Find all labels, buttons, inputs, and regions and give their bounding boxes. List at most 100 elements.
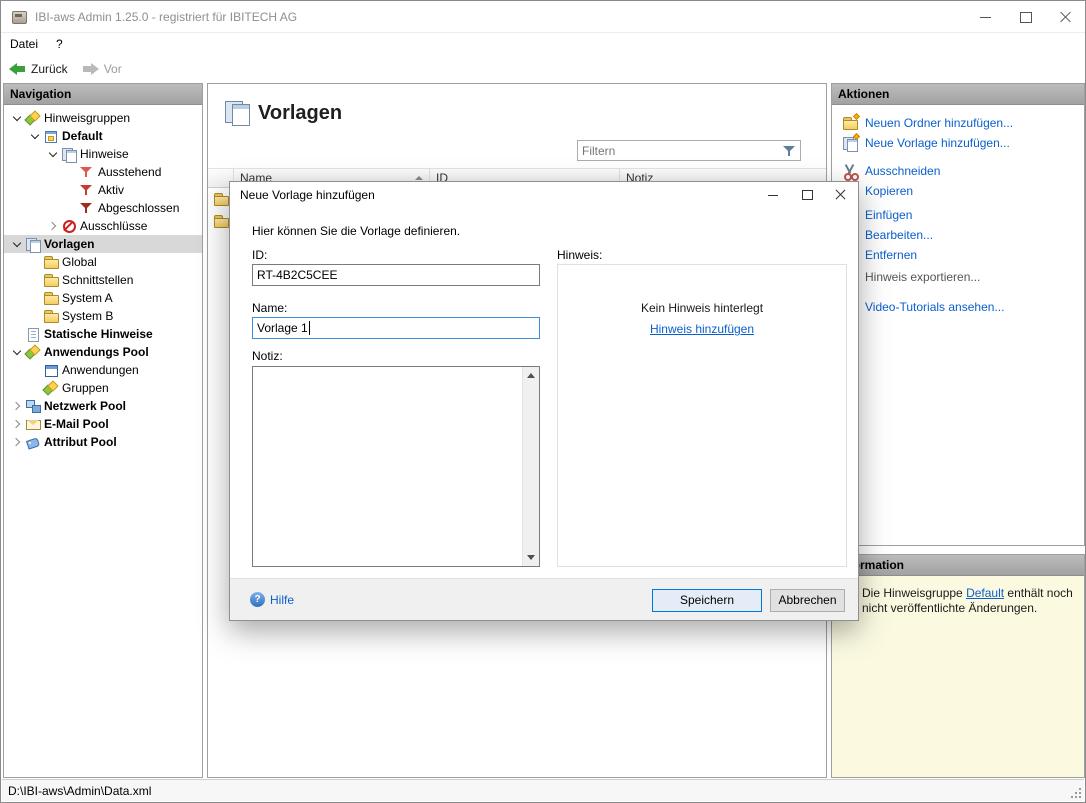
minimize-icon[interactable] [965, 1, 1005, 33]
notiz-textarea[interactable] [252, 366, 540, 567]
filter-input[interactable] [578, 142, 781, 159]
tree-item-system-b[interactable]: System B [4, 307, 202, 325]
cancel-button[interactable]: Abbrechen [770, 589, 845, 612]
indent-spacer [10, 327, 25, 342]
chevron-right-icon[interactable] [10, 435, 25, 450]
help-icon [250, 592, 265, 607]
scrollbar[interactable] [522, 367, 539, 566]
filter-funnel-icon[interactable] [781, 143, 797, 159]
id-field[interactable] [252, 264, 540, 286]
folder-icon [43, 290, 59, 306]
tree-item-aktiv[interactable]: Aktiv [4, 181, 202, 199]
maximize-icon[interactable] [1005, 1, 1045, 33]
indent-spacer [28, 363, 43, 378]
resize-grip[interactable] [1079, 796, 1081, 798]
chevron-down-icon[interactable] [10, 345, 25, 360]
tree-item-gruppen[interactable]: Gruppen [4, 379, 202, 397]
toolbar: Zurück Vor [1, 55, 1085, 82]
folder-icon [213, 191, 229, 207]
chevron-right-icon[interactable] [10, 417, 25, 432]
new-template-dialog: Neue Vorlage hinzufügen Hier können Sie … [229, 181, 859, 621]
action-new-folder[interactable]: Neuen Ordner hinzufügen... [832, 113, 1084, 133]
tree-item-anwendungen[interactable]: Anwendungen [4, 361, 202, 379]
vorlagen-page-icon [223, 98, 251, 126]
tree-item-schnittstellen[interactable]: Schnittstellen [4, 271, 202, 289]
tree-item-default[interactable]: Default [4, 127, 202, 145]
save-button[interactable]: Speichern [652, 589, 762, 612]
navigation-tree: Hinweisgruppen Default Hinweise Ausstehe… [4, 105, 202, 451]
document-icon [25, 326, 41, 342]
action-remove[interactable]: Entfernen [832, 245, 1084, 265]
action-export-hinweis[interactable]: Hinweis exportieren... [832, 267, 1084, 287]
hinweis-preview-panel: Kein Hinweis hinterlegt Hinweis hinzufüg… [557, 264, 847, 567]
scissors-icon [842, 163, 858, 179]
action-video-tutorials[interactable]: Video-Tutorials ansehen... [832, 297, 1084, 317]
app-window: IBI-aws Admin 1.25.0 - registriert für I… [0, 0, 1086, 803]
tree-item-vorlagen[interactable]: Vorlagen [4, 235, 202, 253]
status-bar: D:\IBI-aws\Admin\Data.xml [2, 779, 1084, 801]
action-copy[interactable]: Kopieren [832, 181, 1084, 201]
tag-icon [25, 434, 41, 450]
tree-item-ausstehend[interactable]: Ausstehend [4, 163, 202, 181]
tree-item-statische-hinweise[interactable]: Statische Hinweise [4, 325, 202, 343]
tree-item-attribut-pool[interactable]: Attribut Pool [4, 433, 202, 451]
dialog-minimize-icon[interactable] [756, 182, 790, 208]
action-edit[interactable]: Bearbeiten... [832, 225, 1084, 245]
panel-splitter-grip[interactable] [831, 546, 1085, 554]
chevron-right-icon[interactable] [10, 399, 25, 414]
right-column: Aktionen Neuen Ordner hinzufügen... Neue… [831, 83, 1085, 778]
indent-spacer [28, 255, 43, 270]
prohibition-icon [61, 218, 77, 234]
forward-arrow-icon [82, 62, 99, 76]
tree-item-system-a[interactable]: System A [4, 289, 202, 307]
title-bar: IBI-aws Admin 1.25.0 - registriert für I… [1, 1, 1085, 33]
pending-filter-icon [79, 164, 95, 180]
data-file-path: D:\IBI-aws\Admin\Data.xml [8, 784, 151, 798]
help-link[interactable]: Hilfe [250, 592, 294, 607]
chevron-down-icon[interactable] [10, 111, 25, 126]
menu-datei[interactable]: Datei [1, 33, 47, 55]
tree-item-global[interactable]: Global [4, 253, 202, 271]
menu-help[interactable]: ? [47, 33, 72, 55]
dialog-close-icon[interactable] [824, 182, 858, 208]
actions-panel: Aktionen Neuen Ordner hinzufügen... Neue… [831, 83, 1085, 546]
chevron-right-icon[interactable] [46, 219, 61, 234]
folder-icon [43, 254, 59, 270]
tree-item-hinweise[interactable]: Hinweise [4, 145, 202, 163]
information-panel: Information Die Hinweisgruppe Default en… [831, 554, 1085, 778]
tree-item-ausschluesse[interactable]: Ausschlüsse [4, 217, 202, 235]
action-new-template[interactable]: Neue Vorlage hinzufügen... [832, 133, 1084, 153]
chevron-down-icon[interactable] [46, 147, 61, 162]
action-paste[interactable]: Einfügen [832, 205, 1084, 225]
mail-icon [25, 416, 41, 432]
tree-item-abgeschlossen[interactable]: Abgeschlossen [4, 199, 202, 217]
name-field[interactable]: Vorlage 1 [252, 317, 540, 339]
indent-spacer [28, 291, 43, 306]
indent-spacer [64, 183, 79, 198]
chevron-down-icon[interactable] [10, 237, 25, 252]
tree-item-email-pool[interactable]: E-Mail Pool [4, 415, 202, 433]
default-group-link[interactable]: Default [966, 586, 1004, 600]
forward-button[interactable]: Vor [82, 62, 122, 76]
groups-icon [43, 380, 59, 396]
indent-spacer [28, 273, 43, 288]
dialog-title: Neue Vorlage hinzufügen [240, 188, 375, 202]
tree-item-anwendungs-pool[interactable]: Anwendungs Pool [4, 343, 202, 361]
chevron-down-icon[interactable] [28, 129, 43, 144]
add-hinweis-link[interactable]: Hinweis hinzufügen [650, 322, 754, 336]
close-icon[interactable] [1045, 1, 1085, 33]
id-label: ID: [252, 248, 267, 262]
back-arrow-icon [9, 62, 26, 76]
folder-icon [43, 272, 59, 288]
indent-spacer [64, 165, 79, 180]
dialog-maximize-icon[interactable] [790, 182, 824, 208]
tree-item-netzwerk-pool[interactable]: Netzwerk Pool [4, 397, 202, 415]
tree-item-hinweisgruppen[interactable]: Hinweisgruppen [4, 109, 202, 127]
back-button[interactable]: Zurück [9, 62, 68, 76]
information-text: Die Hinweisgruppe Default enthält noch n… [832, 576, 1084, 616]
action-cut[interactable]: Ausschneiden [832, 161, 1084, 181]
information-header: Information [832, 555, 1084, 576]
hinweisgruppe-icon [43, 128, 59, 144]
notiz-label: Notiz: [252, 349, 283, 363]
sort-ascending-icon [415, 176, 423, 180]
